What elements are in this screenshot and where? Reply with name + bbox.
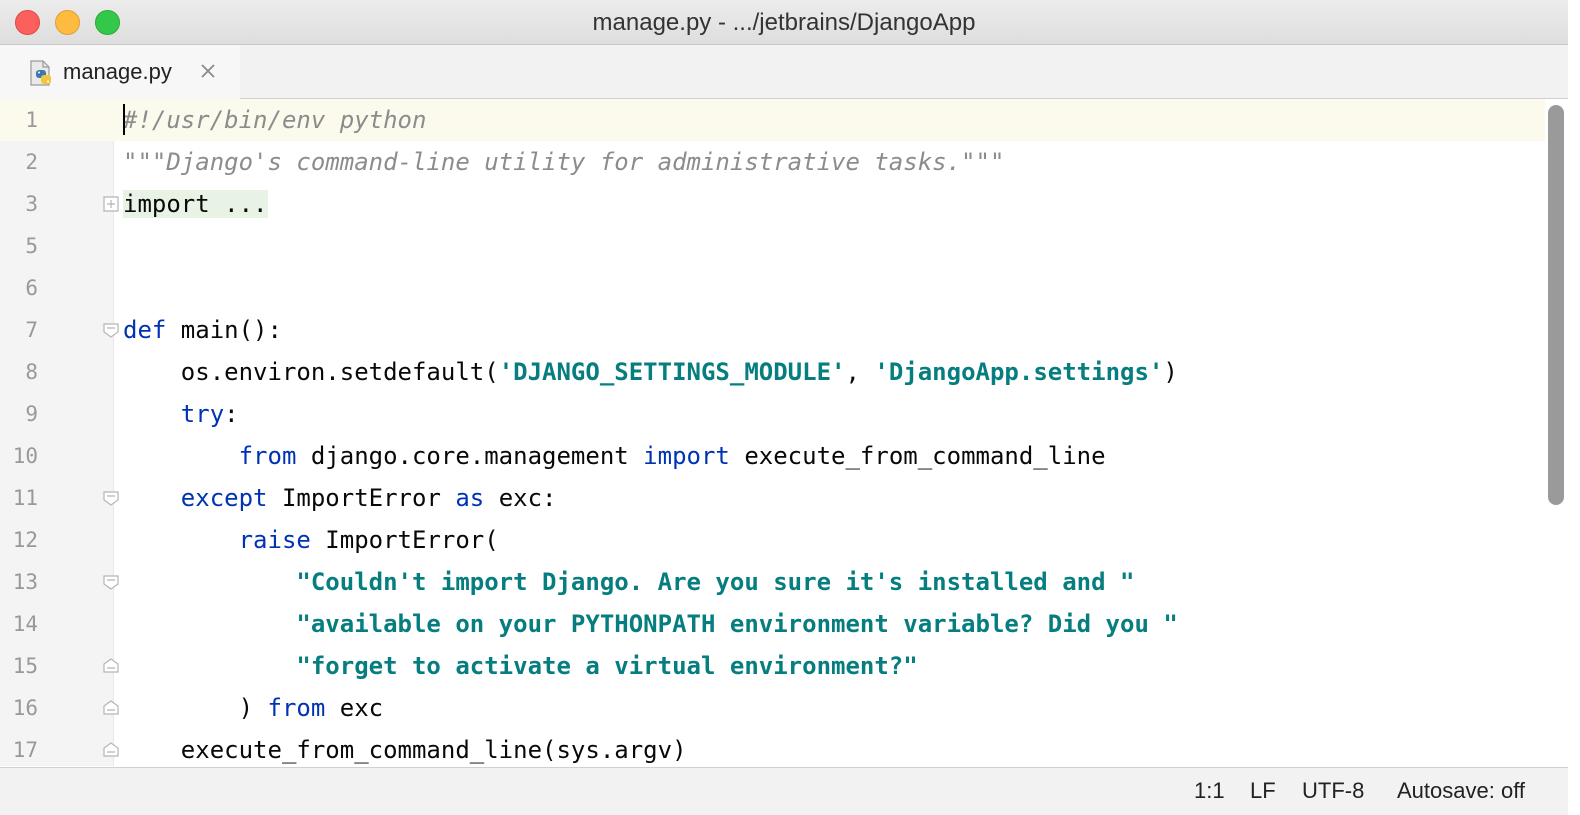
line-number: 17 — [0, 729, 38, 766]
fold-expand-icon[interactable] — [102, 195, 120, 213]
code-text[interactable]: ) from exc — [123, 687, 383, 729]
window-title: manage.py - .../jetbrains/DjangoApp — [0, 9, 1568, 37]
code-line[interactable]: 8 os.environ.setdefault('DJANGO_SETTINGS… — [0, 351, 1545, 393]
line-number: 14 — [0, 603, 38, 645]
code-line[interactable]: 3 import ... — [0, 183, 1545, 225]
code-line[interactable]: 6 — [0, 267, 1545, 309]
line-number: 10 — [0, 435, 38, 477]
code-line[interactable]: 17 execute_from_command_line(sys.argv) — [0, 729, 1545, 766]
line-number: 16 — [0, 687, 38, 729]
line-number: 3 — [0, 183, 38, 225]
code-text[interactable]: execute_from_command_line(sys.argv) — [123, 729, 687, 766]
line-number: 8 — [0, 351, 38, 393]
code-line[interactable]: 10 from django.core.management import ex… — [0, 435, 1545, 477]
tab-manage-py[interactable]: manage.py — [0, 45, 240, 99]
text-caret — [123, 104, 125, 135]
code-text[interactable]: except ImportError as exc: — [123, 477, 557, 519]
code-text[interactable]: import ... — [123, 183, 268, 225]
code-text[interactable]: """Django's command-line utility for adm… — [123, 141, 1004, 183]
fold-collapse-icon[interactable] — [102, 699, 120, 717]
fold-collapse-icon[interactable] — [102, 657, 120, 675]
vertical-scrollbar[interactable] — [1548, 105, 1564, 505]
code-line[interactable]: 14 "available on your PYTHONPATH environ… — [0, 603, 1545, 645]
code-text[interactable]: "available on your PYTHONPATH environmen… — [123, 603, 1178, 645]
line-number: 2 — [0, 141, 38, 183]
line-number: 6 — [0, 267, 38, 309]
code-text[interactable]: "forget to activate a virtual environmen… — [123, 645, 918, 687]
line-number: 7 — [0, 309, 38, 351]
fold-collapse-icon[interactable] — [102, 489, 120, 507]
line-number: 13 — [0, 561, 38, 603]
code-editor[interactable]: 1 #!/usr/bin/env python 2 """Django's comma… — [0, 99, 1568, 766]
code-text[interactable]: raise ImportError( — [123, 519, 499, 561]
autosave-status[interactable]: Autosave: off — [1397, 778, 1525, 804]
code-line[interactable]: 2 """Django's command-line utility for ad… — [0, 141, 1545, 183]
line-number: 12 — [0, 519, 38, 561]
caret-position[interactable]: 1:1 — [1194, 778, 1225, 804]
code-line[interactable]: 9 try: — [0, 393, 1545, 435]
window-edge — [1568, 0, 1580, 814]
code-line[interactable]: 11 except ImportError as exc: — [0, 477, 1545, 519]
line-number: 5 — [0, 225, 38, 267]
code-line[interactable]: 13 "Couldn't import Django. Are you sure… — [0, 561, 1545, 603]
title-bar: manage.py - .../jetbrains/DjangoApp — [0, 0, 1568, 45]
code-text[interactable]: os.environ.setdefault('DJANGO_SETTINGS_M… — [123, 351, 1178, 393]
status-bar: 1:1 LF UTF-8 Autosave: off — [0, 767, 1568, 815]
close-tab-icon[interactable] — [198, 61, 218, 81]
line-ending[interactable]: LF — [1250, 778, 1276, 804]
code-line[interactable]: 7 def main(): — [0, 309, 1545, 351]
fold-collapse-icon[interactable] — [102, 741, 120, 759]
code-line[interactable]: 16 ) from exc — [0, 687, 1545, 729]
line-number: 11 — [0, 477, 38, 519]
code-text[interactable]: def main(): — [123, 309, 282, 351]
editor-tab-bar: manage.py — [0, 45, 1568, 99]
code-text[interactable]: #!/usr/bin/env python — [123, 99, 426, 141]
line-number: 15 — [0, 645, 38, 687]
tab-label: manage.py — [63, 59, 172, 85]
code-line[interactable]: 5 — [0, 225, 1545, 267]
file-encoding[interactable]: UTF-8 — [1302, 778, 1364, 804]
code-line[interactable]: 15 "forget to activate a virtual environ… — [0, 645, 1545, 687]
code-text[interactable]: from django.core.management import execu… — [123, 435, 1106, 477]
code-text[interactable]: try: — [123, 393, 239, 435]
python-file-icon — [28, 58, 56, 88]
line-number: 9 — [0, 393, 38, 435]
code-text[interactable]: "Couldn't import Django. Are you sure it… — [123, 561, 1134, 603]
code-line[interactable]: 1 #!/usr/bin/env python — [0, 99, 1545, 141]
fold-collapse-icon[interactable] — [102, 321, 120, 339]
code-line[interactable]: 12 raise ImportError( — [0, 519, 1545, 561]
fold-collapse-icon[interactable] — [102, 573, 120, 591]
line-number: 1 — [0, 99, 38, 141]
